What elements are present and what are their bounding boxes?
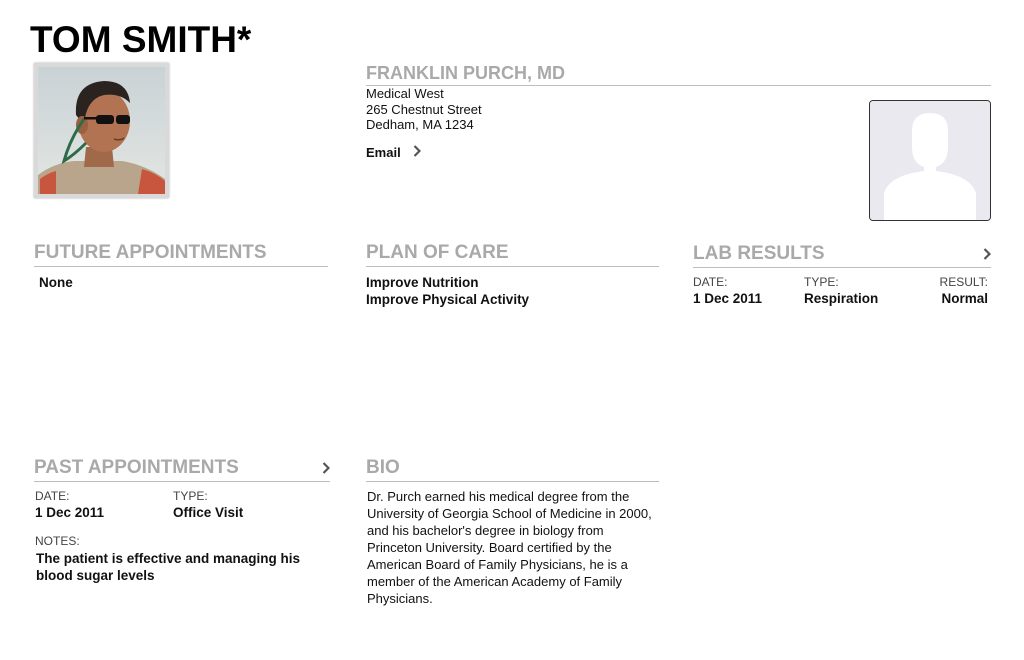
patient-photo xyxy=(34,63,169,198)
past-date-label: DATE: xyxy=(35,489,70,503)
email-link[interactable]: Email xyxy=(366,145,421,160)
lab-type-label: TYPE: xyxy=(804,275,839,289)
lab-type-value: Respiration xyxy=(804,291,879,306)
lab-result-value: Normal xyxy=(941,291,988,306)
section-title: PLAN OF CARE xyxy=(366,241,659,267)
past-type-value: Office Visit xyxy=(173,505,244,520)
past-appointments-section: PAST APPOINTMENTS DATE: 1 Dec 2011 TYPE:… xyxy=(34,456,330,584)
lab-results-section: LAB RESULTS DATE: 1 Dec 2011 TYPE: Respi… xyxy=(693,242,991,315)
patient-name: TOM SMITH* xyxy=(30,19,252,60)
notes-label: NOTES: xyxy=(35,534,80,548)
past-date-value: 1 Dec 2011 xyxy=(35,505,105,520)
future-appointments-section: FUTURE APPOINTMENTS None xyxy=(34,241,328,291)
address-line: Medical West xyxy=(366,86,444,101)
section-title: FUTURE APPOINTMENTS xyxy=(34,241,328,267)
lab-date-value: 1 Dec 2011 xyxy=(693,291,763,306)
section-title: BIO xyxy=(366,456,659,482)
person-placeholder-icon xyxy=(870,101,990,220)
chevron-right-icon xyxy=(413,145,421,160)
lab-result-label: RESULT: xyxy=(939,275,988,289)
past-type-label: TYPE: xyxy=(173,489,208,503)
email-label: Email xyxy=(366,145,401,160)
section-title: LAB RESULTS xyxy=(693,242,991,268)
notes-value: The patient is effective and managing hi… xyxy=(36,551,301,583)
doctor-name: FRANKLIN PURCH, MD xyxy=(366,62,991,86)
plan-item: Improve Physical Activity xyxy=(366,292,530,307)
lab-results-more-button[interactable] xyxy=(983,248,991,260)
bio-text: Dr. Purch earned his medical degree from… xyxy=(367,489,652,606)
plan-item: Improve Nutrition xyxy=(366,275,479,290)
doctor-photo-placeholder xyxy=(869,100,991,221)
bio-section: BIO Dr. Purch earned his medical degree … xyxy=(366,456,659,607)
address-line: Dedham, MA 1234 xyxy=(366,117,474,132)
lab-date-label: DATE: xyxy=(693,275,728,289)
chevron-right-icon xyxy=(983,248,991,260)
plan-of-care-section: PLAN OF CARE Improve Nutrition Improve P… xyxy=(366,241,659,308)
section-title: PAST APPOINTMENTS xyxy=(34,456,330,482)
address-line: 265 Chestnut Street xyxy=(366,101,482,117)
doctor-address: Medical West 265 Chestnut Street Dedham,… xyxy=(366,86,482,133)
future-appointments-value: None xyxy=(39,275,73,290)
past-appointments-more-button[interactable] xyxy=(322,462,330,474)
chevron-right-icon xyxy=(322,462,330,474)
